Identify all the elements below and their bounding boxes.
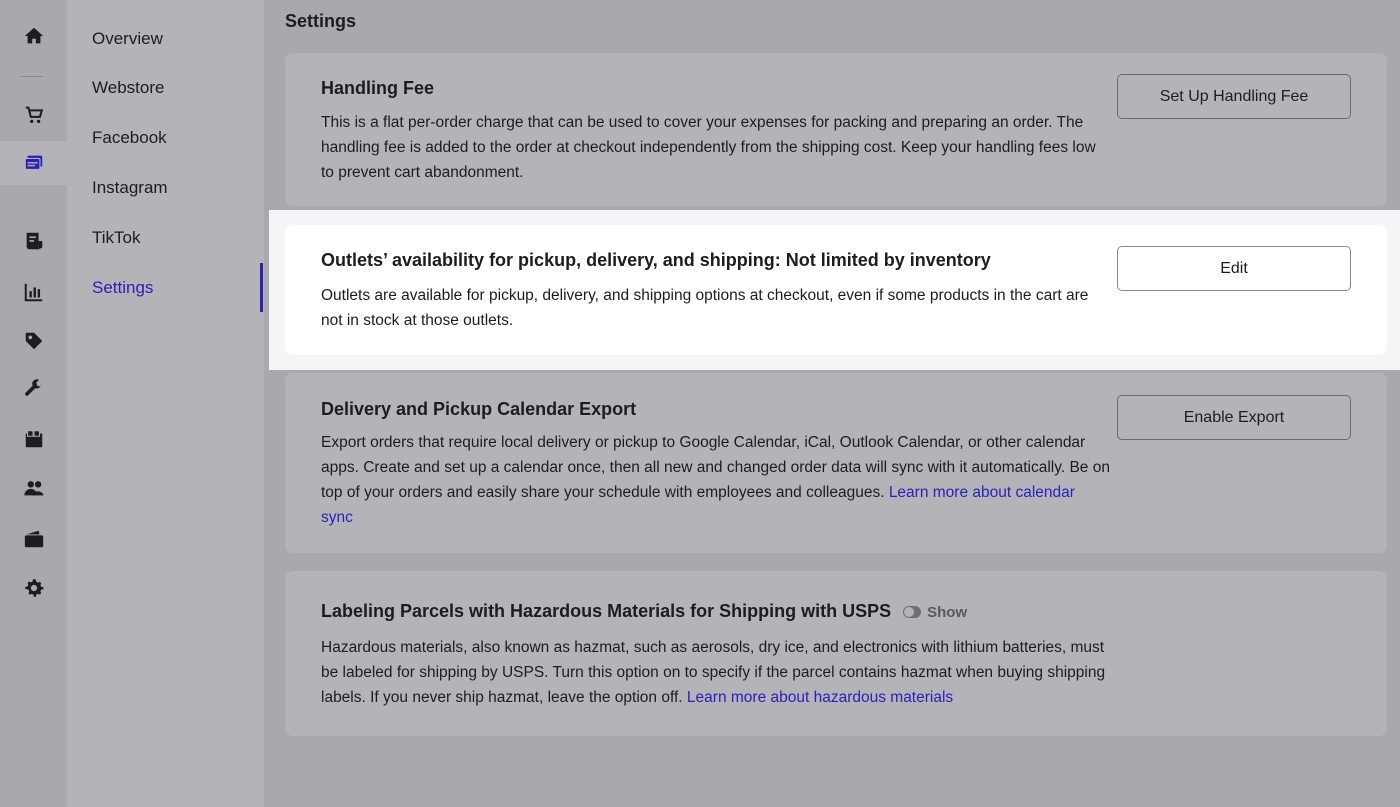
toggle-switch[interactable]	[903, 606, 922, 619]
rail-invoices[interactable]	[0, 219, 67, 263]
rail-customers[interactable]	[0, 466, 67, 510]
hazmat-card: Labeling Parcels with Hazardous Material…	[285, 571, 1387, 736]
subnav-item-tiktok[interactable]: TikTok	[92, 228, 141, 248]
gear-icon	[24, 579, 43, 597]
page-title: Settings	[285, 11, 357, 31]
outlets-availability-card: Outlets’ availability for pickup, delive…	[285, 225, 1387, 355]
subnav-item-settings[interactable]: Settings	[92, 278, 153, 298]
customers-icon	[23, 481, 44, 496]
reports-icon	[24, 283, 42, 302]
subnav-item-instagram[interactable]: Instagram	[92, 178, 168, 198]
rail-divider	[20, 76, 43, 77]
rail-home[interactable]	[0, 14, 67, 58]
edit-button[interactable]: Edit	[1117, 246, 1351, 291]
home-icon	[24, 27, 43, 44]
handling-fee-title: Handling Fee	[321, 78, 435, 98]
enable-export-button[interactable]: Enable Export	[1117, 395, 1351, 440]
toggle-show-label: Show	[927, 603, 968, 621]
outlets-description: Outlets are available for pickup, delive…	[321, 287, 1089, 329]
tag-icon	[25, 332, 42, 350]
subnav-item-facebook[interactable]: Facebook	[92, 128, 167, 148]
handling-fee-description: This is a flat per-order charge that can…	[321, 114, 1096, 181]
hazmat-toggle[interactable]: Show	[903, 604, 967, 621]
sales-channels-icon	[24, 155, 42, 170]
active-indicator	[260, 263, 263, 312]
calendar-export-title: Delivery and Pickup Calendar Export	[321, 399, 637, 419]
calendar-export-card: Delivery and Pickup Calendar Export Expo…	[285, 373, 1387, 553]
rail-tools[interactable]	[0, 367, 67, 411]
rail-settings[interactable]	[0, 566, 67, 610]
rail-discounts[interactable]	[0, 319, 67, 363]
invoice-icon	[26, 232, 42, 250]
rail-wallet[interactable]	[0, 517, 67, 561]
wrench-icon	[24, 379, 41, 396]
sales-channels-subnav: Overview Webstore Facebook Instagram Tik…	[67, 0, 264, 807]
rail-sales-channels[interactable]	[0, 141, 67, 185]
wallet-icon	[24, 530, 43, 548]
subnav-item-webstore[interactable]: Webstore	[92, 78, 164, 98]
rail-orders[interactable]	[0, 93, 67, 137]
calendar-export-description: Export orders that require local deliver…	[321, 430, 1111, 530]
rail-reports[interactable]	[0, 270, 67, 314]
hazmat-title: Labeling Parcels with Hazardous Material…	[321, 601, 892, 621]
set-up-handling-fee-button[interactable]: Set Up Handling Fee	[1117, 74, 1351, 119]
handling-fee-card: Handling Fee This is a flat per-order ch…	[285, 53, 1387, 206]
hazmat-title-row: Labeling Parcels with Hazardous Material…	[321, 601, 967, 622]
hazmat-description: Hazardous materials, also known as hazma…	[321, 635, 1121, 710]
rail-apps[interactable]	[0, 417, 67, 461]
icon-rail	[0, 0, 67, 807]
outlets-title: Outlets’ availability for pickup, delive…	[321, 250, 991, 270]
cart-icon	[25, 106, 43, 124]
apps-icon	[25, 430, 42, 448]
subnav-item-overview[interactable]: Overview	[92, 29, 163, 49]
hazmat-link[interactable]: Learn more about hazardous materials	[687, 689, 953, 706]
